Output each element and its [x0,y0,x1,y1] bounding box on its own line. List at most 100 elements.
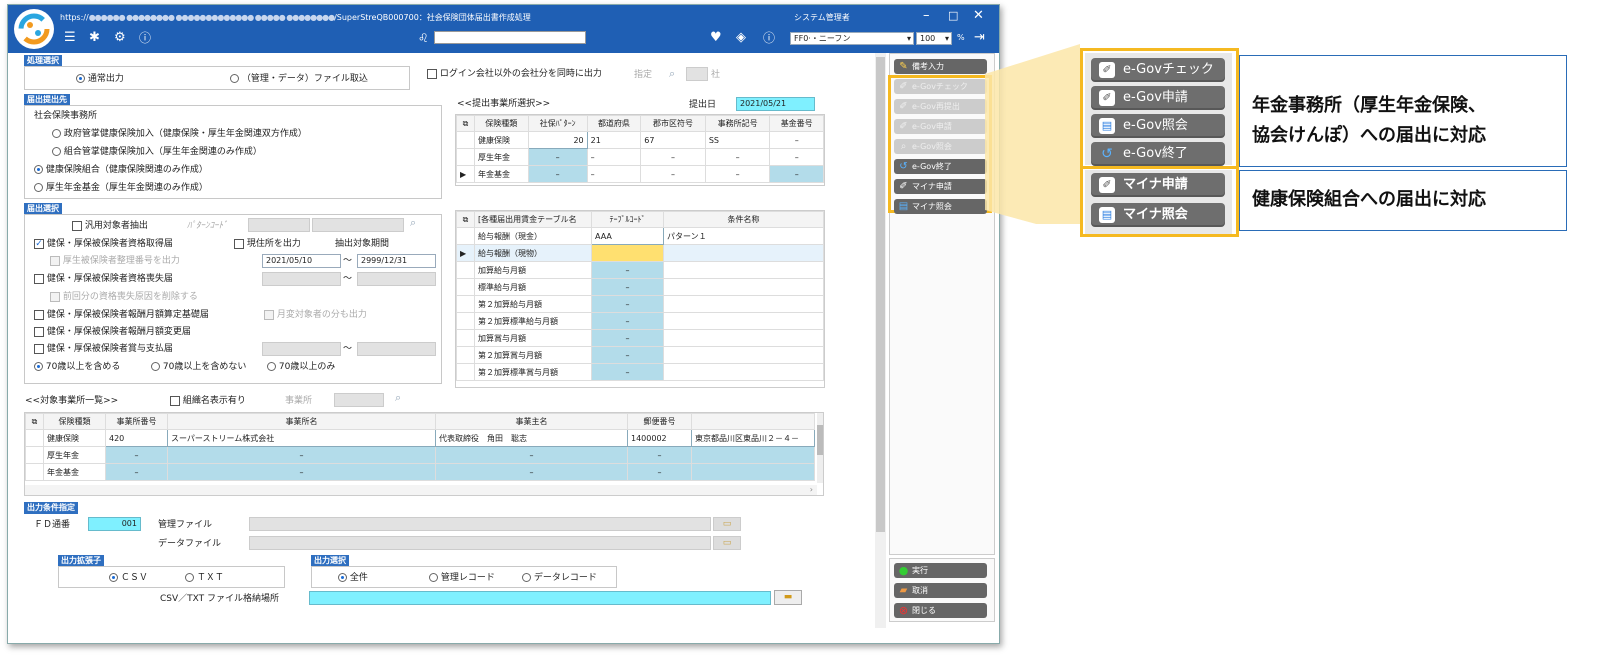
favorite-heart-icon[interactable]: ♥ [710,30,722,46]
cell-owner[interactable]: – [435,463,628,481]
opt-seifu[interactable]: 政府管掌健康保険加入（健康保険・厚生年金関連双方作成） [52,128,307,140]
cell-zip[interactable]: 1400002 [627,429,692,447]
table-row[interactable]: ▶ 年金基金 – – – – – [456,165,824,183]
cell-table-code[interactable]: – [591,295,664,313]
sel-data-record[interactable]: データレコード [522,572,597,584]
menu-icon[interactable]: ☰ [64,30,76,46]
table-row[interactable]: 第２加算標準賞与月額 – [456,363,824,381]
exec-button[interactable]: ● 実行 [894,563,987,578]
period-from-input[interactable]: 2021/05/10 [262,254,341,268]
cell-addr[interactable]: 東京都品川区東品川２－４－ [691,429,815,447]
zoom-select[interactable]: 100 ▾ [916,32,952,45]
search-input[interactable] [434,31,586,44]
item-shikaku-soshitsu[interactable]: 健保・厚保被保険者資格喪失届 [34,273,173,285]
cell-name[interactable]: – [167,446,436,464]
cell-table-code[interactable]: – [591,329,664,347]
cell-zip[interactable]: – [627,446,692,464]
cell-table-code[interactable]: – [591,363,664,381]
tag-icon[interactable]: ◈ [736,30,746,46]
table-row[interactable]: 第２加算賞与月額 – [456,346,824,364]
cell-pattern[interactable]: 20 [527,131,588,149]
cancel-button[interactable]: ▰ 取消 [894,583,987,598]
cell-owner[interactable]: 代表取締役 角田 聡志 [435,429,628,447]
cell-table-code[interactable]: – [591,346,664,364]
opt-file-import[interactable]: （管理・データ）ファイル取込 [230,73,368,85]
table-row[interactable]: 第２加算給与月額 – [456,295,824,313]
hanyo-checkbox[interactable]: 汎用対象者抽出 [72,220,148,232]
cell-fund[interactable]: – [769,148,824,166]
age-only-70[interactable]: 70歳以上のみ [267,361,335,373]
cell-office[interactable]: – [704,165,771,183]
table-row[interactable]: 厚生年金 – – – – – [456,148,824,166]
path-input[interactable] [309,591,771,605]
table-row[interactable]: 加算給与月額 – [456,261,824,279]
submit-date-input[interactable]: 2021/05/21 [736,97,815,111]
horizontal-scrollbar[interactable]: › [25,485,817,495]
item-shikaku-shutoku[interactable]: ✓ 健保・厚保被保険者資格取得届 [34,238,173,250]
item-santei-kiso[interactable]: 健保・厚保被保険者報酬月額算定基礎届 [34,309,209,321]
cell-addr[interactable] [691,463,815,481]
table-row[interactable]: 標準給与月額 – [456,278,824,296]
item-gessan-henko[interactable]: 健保・厚保被保険者報酬月額変更届 [34,326,191,338]
table-row[interactable]: 年金基金 – – – – [25,463,815,481]
gear-icon[interactable]: ✱ [89,30,100,46]
binoculars-icon[interactable]: ♌ [418,30,429,46]
cell-table-code[interactable]: – [591,278,664,296]
opt-kumiai-kanjo[interactable]: 組合管掌健康保険加入（厚生年金関連のみ作成） [52,146,262,158]
cell-office[interactable]: – [704,148,771,166]
cell-no[interactable]: – [105,463,168,481]
table-row[interactable]: 加算賞与月額 – [456,329,824,347]
opt-normal-output[interactable]: 通常出力 [76,73,124,85]
myna-apply-button[interactable]: ✐ マイナ申請 [894,179,987,194]
login-other-checkbox[interactable]: ログイン会社以外の会社分を同時に出力 [427,68,602,80]
myna-inquiry-button[interactable]: ▤ マイナ照会 [894,199,987,214]
cell-owner[interactable]: – [435,446,628,464]
company-select[interactable]: FF0·・ニーフン ▾ [790,32,914,45]
main-scrollbar[interactable] [875,53,886,628]
opt-kenpo-kumiai[interactable]: 健康保険組合（健康保険関連のみ作成） [34,164,208,176]
cell-fund[interactable]: – [769,131,824,149]
fd-number-input[interactable]: 001 [88,517,141,531]
biko-button[interactable]: ✎ 備考入力 [894,59,987,74]
cell-city[interactable]: – [640,165,706,183]
table-row[interactable]: 健康保険 420 スーパーストリーム株式会社 代表取締役 角田 聡志 1400002 東京… [25,429,815,447]
cell-pattern[interactable]: – [527,148,588,166]
logout-icon[interactable]: ⇥ [974,30,985,46]
cell-table-code[interactable]: – [591,261,664,279]
folder-browse-icon[interactable]: ▬ [774,590,802,605]
age-include-70[interactable]: 70歳以上を含める [34,361,120,373]
cell-no[interactable]: 420 [105,429,168,447]
cell-city[interactable]: – [640,148,706,166]
cell-name[interactable]: スーパーストリーム株式会社 [167,429,436,447]
cell-table-code[interactable] [591,244,664,262]
cell-pref[interactable]: 21 [586,131,642,149]
ext-txt[interactable]: ＴＸＴ [185,572,224,584]
cell-pattern[interactable]: – [527,165,588,183]
cell-no[interactable]: – [105,446,168,464]
period-to-input[interactable]: 2999/12/31 [357,254,436,268]
sel-all[interactable]: 全件 [338,572,368,584]
cell-table-code[interactable]: AAA [591,227,664,245]
cell-pref[interactable]: – [586,148,642,166]
help-icon[interactable]: ⓘ [139,30,151,46]
cell-table-code[interactable]: – [591,312,664,330]
settings-gear-icon[interactable]: ⚙ [114,30,126,46]
cell-addr[interactable] [691,446,815,464]
close-button[interactable]: ⊗ 閉じる [894,603,987,618]
table-row[interactable]: 第２加算標準給与月額 – [456,312,824,330]
age-exclude-70[interactable]: 70歳以上を含めない [151,361,246,373]
item-shoyo[interactable]: 健保・厚保被保険者賞与支払届 [34,343,173,355]
ext-csv[interactable]: ＣＳＶ [109,572,148,584]
minimize-icon[interactable]: – [923,8,930,24]
table-row[interactable]: ▶ 給与報酬（現物） [456,244,824,262]
soshiki-checkbox[interactable]: 組織名表示有り [170,395,246,407]
opt-nenkin-kikin[interactable]: 厚生年金基金（厚生年金関連のみ作成） [34,182,208,194]
table-row[interactable]: 健康保険 20 21 67 SS – [456,131,824,149]
table-row[interactable]: 厚生年金 – – – – [25,446,815,464]
table-row[interactable]: 給与報酬（現金） AAA パターン１ [456,227,824,245]
vertical-scrollbar[interactable] [817,413,823,483]
sel-kanri-record[interactable]: 管理レコード [429,572,495,584]
close-icon[interactable]: ✕ [973,8,984,24]
maximize-icon[interactable]: □ [948,8,958,24]
cell-city[interactable]: 67 [640,131,706,149]
